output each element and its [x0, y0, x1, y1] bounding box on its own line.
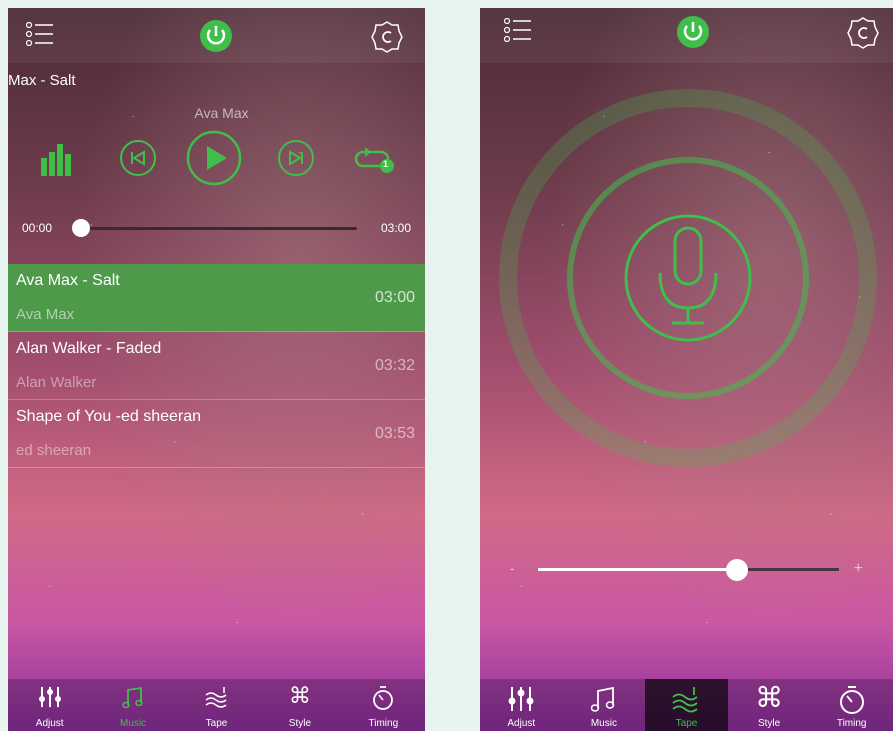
volume-knob[interactable]	[726, 559, 748, 581]
volume-track[interactable]	[734, 568, 839, 571]
song-row[interactable]: Ava Max - Salt Ava Max 03:00	[8, 264, 425, 332]
repeat-badge: 1	[383, 159, 389, 169]
microphone-icon	[658, 226, 718, 325]
tab-label: Music	[120, 718, 147, 729]
song-title: Alan Walker - Faded	[16, 340, 162, 357]
tab-timing[interactable]: Timing	[810, 679, 893, 731]
tab-label: Timing	[368, 718, 399, 729]
repeat-one-button[interactable]: 1	[353, 146, 397, 174]
tab-style[interactable]: ⌘ Style	[728, 679, 811, 731]
play-icon[interactable]	[185, 129, 243, 187]
tape-screen: - + Adjust Music Tape ⌘ Style Timing	[480, 8, 893, 731]
tab-music[interactable]: Music	[91, 679, 174, 731]
top-bar	[480, 8, 893, 63]
tab-tape[interactable]: Tape	[645, 679, 728, 731]
song-artist: Ava Max	[16, 306, 75, 323]
tab-label: Adjust	[507, 718, 536, 729]
microphone-record-button[interactable]	[498, 83, 878, 493]
volume-slider[interactable]: - +	[510, 559, 863, 581]
next-track-icon[interactable]	[276, 138, 316, 178]
stopwatch-icon	[373, 686, 394, 710]
menu-list-icon[interactable]	[504, 18, 532, 42]
settings-gear-icon[interactable]	[370, 20, 404, 54]
song-duration: 03:00	[374, 289, 415, 306]
current-time: 00:00	[22, 221, 53, 235]
power-icon[interactable]	[198, 18, 234, 54]
song-row[interactable]: Alan Walker - Faded Alan Walker 03:32	[8, 332, 425, 400]
sliders-icon	[508, 687, 534, 711]
music-note-icon	[590, 686, 615, 712]
top-bar	[8, 8, 425, 63]
song-title: Shape of You -ed sheeran	[16, 408, 202, 425]
previous-track-icon[interactable]	[118, 138, 158, 178]
tab-timing[interactable]: Timing	[342, 679, 425, 731]
volume-plus: +	[853, 560, 863, 577]
tab-style[interactable]: ⌘ Style	[258, 679, 341, 731]
song-row[interactable]: Shape of You -ed sheeran ed sheeran 03:5…	[8, 400, 425, 468]
settings-gear-icon[interactable]	[846, 16, 880, 50]
stopwatch-icon	[839, 686, 864, 714]
volume-fill	[538, 568, 734, 571]
total-time: 03:00	[380, 221, 411, 235]
waves-icon	[672, 687, 699, 713]
music-screen: Max - Salt Ava Max 1 00:00 03:00 Ava Max…	[8, 8, 425, 731]
progress-track[interactable]	[80, 227, 357, 230]
tab-music[interactable]: Music	[563, 679, 646, 731]
tab-bar: Adjust Music Tape ⌘ Style Timing	[8, 679, 425, 731]
now-playing-title: Max - Salt	[8, 72, 76, 89]
command-icon: ⌘	[755, 682, 784, 713]
song-artist: ed sheeran	[16, 442, 92, 459]
equalizer-bars-icon[interactable]	[41, 144, 77, 176]
tab-tape[interactable]: Tape	[175, 679, 258, 731]
command-icon: ⌘	[288, 683, 311, 708]
progress-knob[interactable]	[72, 219, 90, 237]
tab-adjust[interactable]: Adjust	[8, 679, 91, 731]
tab-label: Music	[590, 718, 617, 729]
repeat-icon	[354, 147, 394, 173]
volume-minus: -	[510, 560, 515, 576]
music-note-icon	[122, 686, 143, 709]
now-playing-artist: Ava Max	[194, 105, 249, 121]
song-duration: 03:32	[374, 357, 415, 374]
song-title: Ava Max - Salt	[16, 272, 120, 289]
tab-label: Tape	[675, 718, 698, 729]
tab-label: Style	[757, 718, 781, 729]
power-icon[interactable]	[675, 14, 711, 50]
tab-label: Style	[288, 718, 312, 729]
song-duration: 03:53	[374, 425, 415, 442]
tab-label: Timing	[836, 718, 867, 729]
menu-list-icon[interactable]	[26, 22, 54, 46]
tab-label: Adjust	[35, 718, 64, 729]
tab-adjust[interactable]: Adjust	[480, 679, 563, 731]
tab-label: Tape	[205, 718, 228, 729]
waves-icon	[205, 687, 226, 708]
song-artist: Alan Walker	[16, 374, 97, 391]
sliders-icon	[38, 687, 61, 707]
progress-bar[interactable]: 00:00 03:00	[8, 218, 425, 238]
tab-bar: Adjust Music Tape ⌘ Style Timing	[480, 679, 893, 731]
